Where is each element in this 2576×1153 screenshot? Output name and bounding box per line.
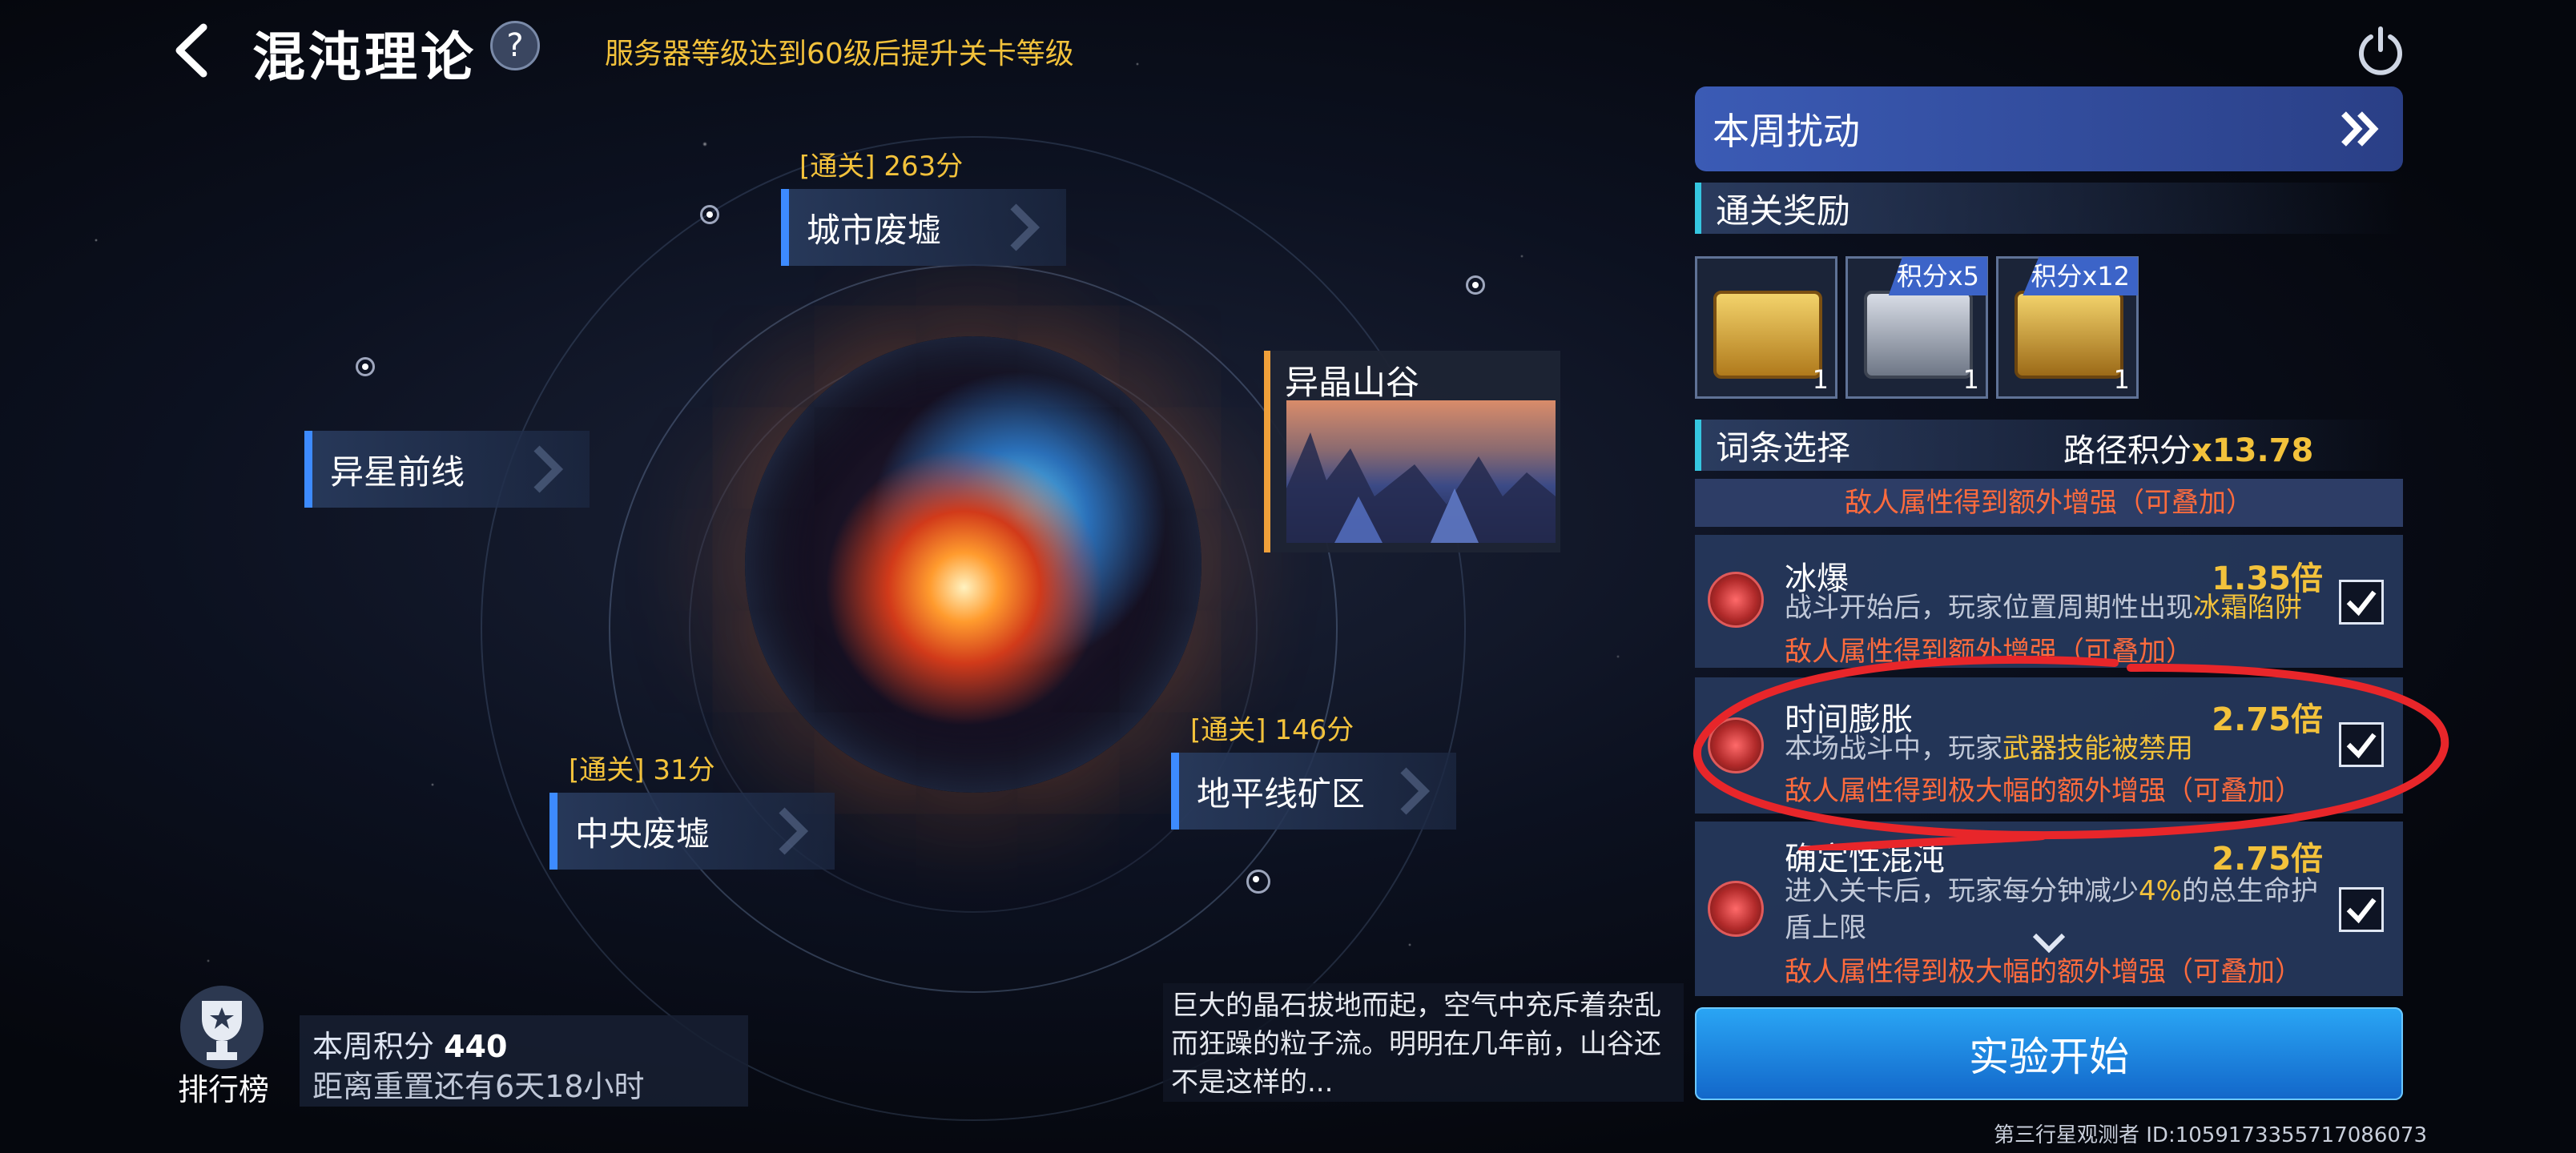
affix-title: 词条选择 bbox=[1716, 428, 1851, 468]
reward-tag: 积分x5 bbox=[1888, 257, 1987, 295]
stage-description: 巨大的晶石拔地而起，空气中充斥着杂乱而狂躁的粒子流。明明在几年前，山谷还不是这样… bbox=[1163, 983, 1684, 1102]
scroll-down-icon[interactable] bbox=[2031, 932, 2067, 956]
chevron-right-icon bbox=[1400, 767, 1431, 815]
start-button-label: 实验开始 bbox=[1969, 1034, 2129, 1080]
chevron-right-icon bbox=[779, 807, 809, 855]
chest-icon bbox=[2015, 291, 2123, 379]
map-node-alien-frontline[interactable]: 异星前线 bbox=[304, 431, 590, 508]
weekly-score-value: 440 bbox=[444, 1029, 508, 1064]
path-score-value: x13.78 bbox=[2192, 432, 2314, 469]
game-screen: 混沌理论 ? 服务器等级达到60级后提升关卡等级 [通关] 263分 城市废墟 … bbox=[0, 0, 2576, 1153]
weekly-score-box: 本周积分 440 距离重置还有6天18小时 bbox=[300, 1015, 748, 1107]
reward-count: 1 bbox=[1812, 364, 1829, 395]
orbit-dot bbox=[1246, 870, 1270, 894]
weekly-disturbance-label: 本周扰动 bbox=[1713, 110, 1860, 153]
path-score: 路径积分x13.78 bbox=[2063, 424, 2313, 471]
node-clear-score: [通关] 146分 bbox=[1190, 714, 1354, 746]
page-title: 混沌理论 bbox=[252, 26, 477, 88]
map-node-central-ruins[interactable]: 中央废墟 bbox=[549, 793, 835, 870]
map-node-horizon-mine[interactable]: 地平线矿区 bbox=[1171, 753, 1456, 830]
chevron-right-icon bbox=[533, 445, 564, 493]
node-label: 地平线矿区 bbox=[1197, 773, 1366, 814]
affix-desc-highlight: 冰霜陷阱 bbox=[2193, 592, 2302, 624]
reward-slot[interactable]: 积分x12 1 bbox=[1996, 256, 2139, 399]
chest-icon bbox=[1864, 291, 1973, 379]
chevron-right-icon bbox=[1010, 203, 1040, 251]
affix-desc-text: 战斗开始后，玩家位置周期性出现 bbox=[1785, 592, 2193, 624]
affix-description: 战斗开始后，玩家位置周期性出现冰霜陷阱 bbox=[1785, 589, 2329, 626]
chest-icon bbox=[1713, 291, 1822, 379]
node-label: 中央废墟 bbox=[575, 814, 710, 854]
back-icon[interactable] bbox=[168, 22, 216, 78]
power-icon[interactable] bbox=[2355, 26, 2406, 77]
checkbox-icon[interactable] bbox=[2339, 887, 2384, 932]
annotation-circle bbox=[1693, 655, 2449, 850]
leaderboard-label[interactable]: 排行榜 bbox=[178, 1065, 269, 1109]
orbit-dot bbox=[1466, 275, 1485, 295]
chaos-planet bbox=[745, 336, 1201, 793]
reward-count: 1 bbox=[2113, 364, 2130, 395]
path-score-label: 路径积分 bbox=[2063, 432, 2192, 469]
rewards-title: 通关奖励 bbox=[1716, 191, 1851, 231]
crystal-silhouette bbox=[1286, 432, 1556, 543]
weekly-score: 本周积分 440 bbox=[312, 1022, 507, 1066]
affix-icon bbox=[1708, 881, 1764, 937]
affix-desc-highlight: 4% bbox=[2139, 875, 2182, 907]
node-label: 城市废墟 bbox=[807, 210, 942, 250]
node-label: 异晶山谷 bbox=[1285, 363, 1420, 402]
affix-icon bbox=[1708, 572, 1764, 628]
orbit-dot bbox=[356, 357, 375, 376]
reward-slot[interactable]: 1 bbox=[1695, 256, 1837, 399]
checkbox-icon[interactable] bbox=[2339, 580, 2384, 625]
reward-count: 1 bbox=[1962, 364, 1979, 395]
map-node-city-ruins[interactable]: 城市废墟 bbox=[781, 189, 1066, 266]
weekly-score-label: 本周积分 bbox=[312, 1029, 435, 1064]
reward-slot[interactable]: 积分x5 1 bbox=[1845, 256, 1988, 399]
affix-desc-text: 进入关卡后，玩家每分钟减少 bbox=[1785, 875, 2139, 907]
weekly-disturbance-button[interactable]: 本周扰动 bbox=[1695, 86, 2403, 171]
node-clear-score: [通关] 263分 bbox=[799, 151, 964, 183]
reward-tag: 积分x12 bbox=[2023, 257, 2138, 295]
server-level-notice: 服务器等级达到60级后提升关卡等级 bbox=[605, 38, 1074, 70]
crystal-valley-image bbox=[1286, 400, 1556, 543]
rewards-section-header: 通关奖励 bbox=[1695, 183, 2403, 234]
start-experiment-button[interactable]: 实验开始 bbox=[1695, 1007, 2403, 1100]
affix-card[interactable]: 冰爆 1.35倍 战斗开始后，玩家位置周期性出现冰霜陷阱 敌人属性得到额外增强（… bbox=[1695, 535, 2403, 668]
node-label: 异星前线 bbox=[330, 452, 465, 492]
double-chevron-icon bbox=[2341, 111, 2379, 147]
help-icon[interactable]: ? bbox=[490, 21, 540, 70]
orbit-dot bbox=[700, 205, 719, 224]
node-clear-score: [通关] 31分 bbox=[569, 754, 715, 786]
map-node-crystal-valley[interactable]: 异晶山谷 bbox=[1264, 351, 1560, 552]
affix-bonus-bar: 敌人属性得到额外增强（可叠加） bbox=[1695, 479, 2403, 527]
trophy-icon[interactable] bbox=[178, 983, 266, 1071]
reset-countdown: 距离重置还有6天18小时 bbox=[312, 1069, 645, 1104]
watermark: 第三行星观测者 ID:1059173355717086073 bbox=[1993, 1123, 2427, 1147]
